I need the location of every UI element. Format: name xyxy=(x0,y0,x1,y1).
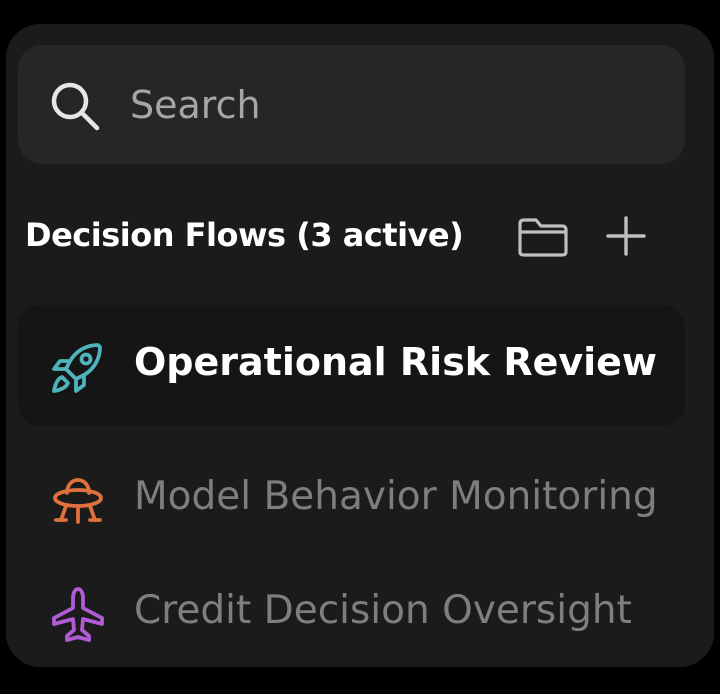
rocket-icon xyxy=(52,343,102,393)
flow-item-operational-risk-review[interactable]: Operational Risk Review xyxy=(18,305,685,426)
sidebar-panel: Decision Flows (3 active) Operational Ri… xyxy=(6,24,714,667)
flow-label: Operational Risk Review xyxy=(134,340,658,384)
search-input[interactable] xyxy=(130,73,650,137)
flow-label: Model Behavior Monitoring xyxy=(134,474,658,519)
section-title: Decision Flows (3 active) xyxy=(25,216,464,254)
airplane-icon xyxy=(52,587,104,642)
folder-icon[interactable] xyxy=(516,216,570,258)
ufo-icon xyxy=(53,478,103,524)
search-box[interactable] xyxy=(18,45,685,164)
flow-label: Credit Decision Oversight xyxy=(134,588,632,633)
flow-item-credit-decision-oversight[interactable]: Credit Decision Oversight xyxy=(18,556,685,667)
plus-icon[interactable] xyxy=(604,214,648,258)
section-header: Decision Flows (3 active) xyxy=(25,207,464,263)
search-icon xyxy=(51,82,100,131)
flow-item-model-behavior-monitoring[interactable]: Model Behavior Monitoring xyxy=(18,440,685,561)
